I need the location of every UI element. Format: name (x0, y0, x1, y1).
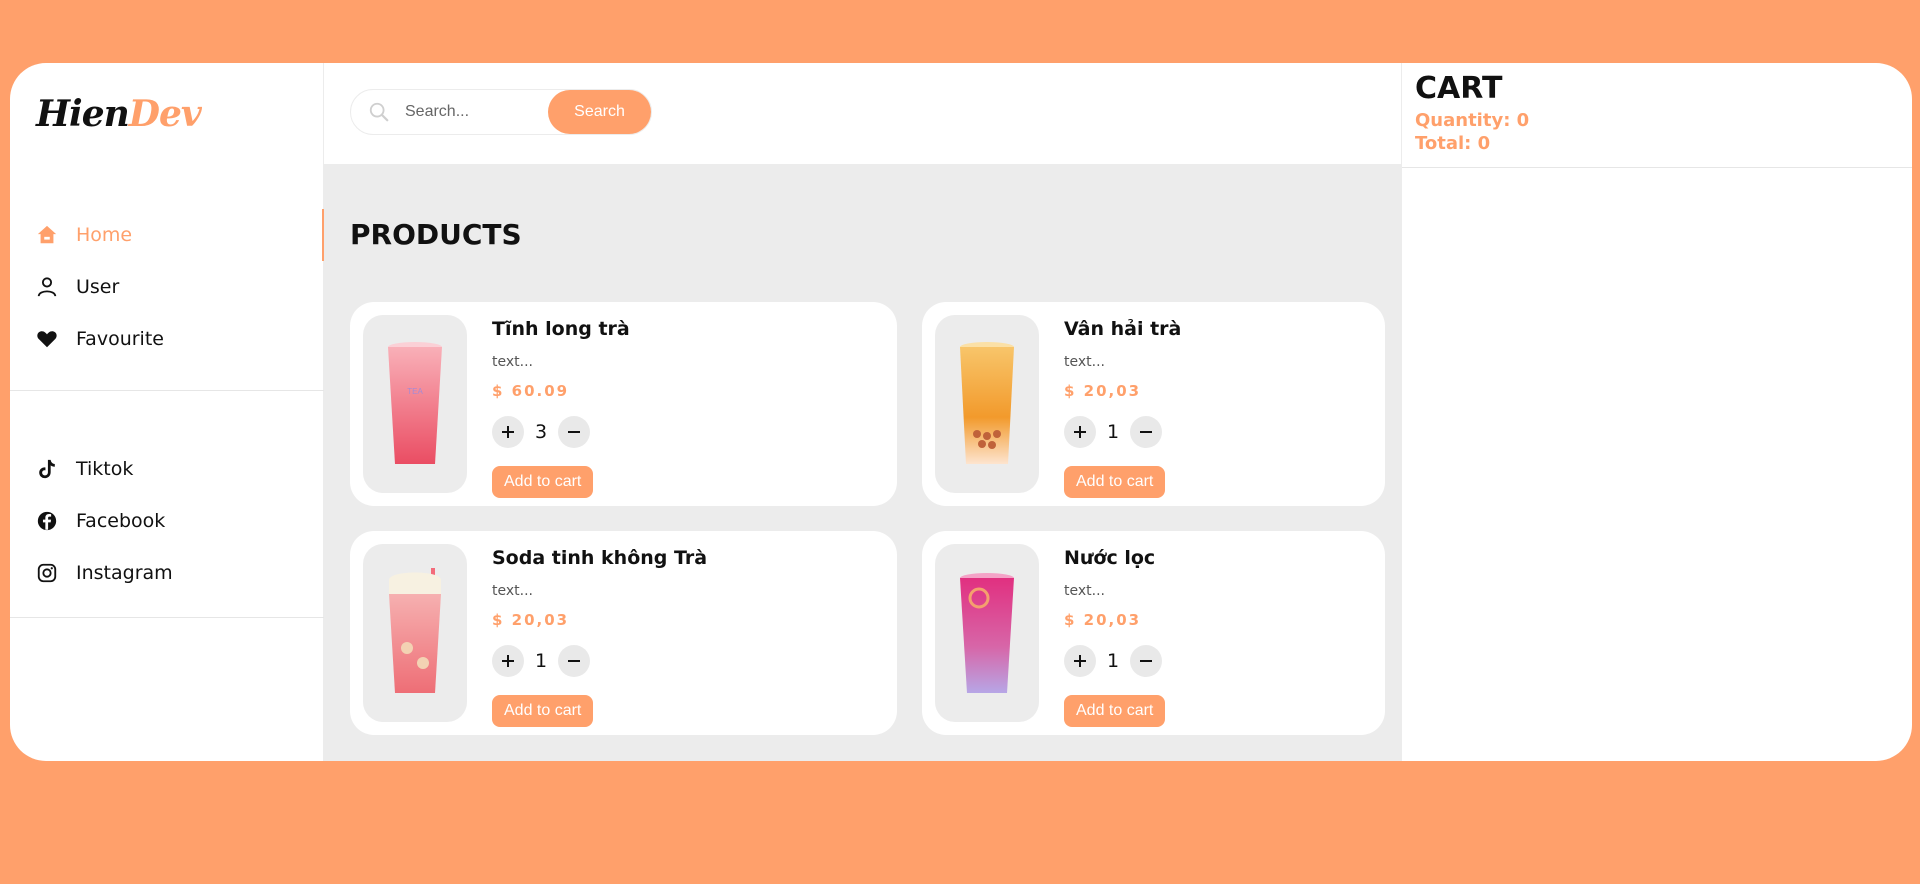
minus-icon (1140, 431, 1152, 433)
increase-button[interactable] (492, 645, 524, 677)
increase-button[interactable] (492, 416, 524, 448)
social-nav: Tiktok Facebook Instagram (10, 443, 324, 599)
product-info: Tĩnh long trà text... $ 60.09 3 Add to c… (492, 318, 897, 506)
plus-icon (502, 655, 514, 667)
search-button[interactable]: Search (548, 90, 651, 134)
minus-icon (568, 660, 580, 662)
add-to-cart-button[interactable]: Add to cart (1064, 695, 1166, 727)
product-card: Nước lọc text... $ 20,03 1 Add to cart (922, 531, 1385, 735)
quantity-value: 3 (534, 421, 548, 443)
product-name: Vân hải trà (1064, 318, 1182, 340)
sidebar-item-user[interactable]: User (10, 261, 324, 313)
sidebar: HienDev Home User Favourite Tiktok Faceb… (10, 63, 324, 761)
brand-logo-part1: Hien (36, 93, 130, 135)
product-description: text... (1064, 583, 1105, 599)
product-name: Soda tinh không Trà (492, 547, 708, 569)
quantity-stepper: 1 (1064, 645, 1385, 677)
brand-logo[interactable]: HienDev (36, 93, 202, 135)
quantity-value: 1 (1106, 650, 1120, 672)
page-title: PRODUCTS (350, 218, 522, 251)
product-price: $ 20,03 (1064, 611, 1142, 629)
sidebar-item-label: Instagram (76, 562, 173, 584)
sidebar-item-label: Tiktok (76, 458, 134, 480)
product-info: Nước lọc text... $ 20,03 1 Add to cart (1064, 547, 1385, 735)
instagram-icon (36, 562, 58, 584)
product-image (935, 315, 1039, 493)
minus-icon (568, 431, 580, 433)
sidebar-item-facebook[interactable]: Facebook (10, 495, 324, 547)
product-name: Nước lọc (1064, 547, 1156, 569)
quantity-stepper: 1 (492, 645, 897, 677)
quantity-value: 1 (1106, 421, 1120, 443)
product-price: $ 60.09 (492, 382, 570, 400)
search-bar: Search (350, 89, 652, 135)
plus-icon (1074, 426, 1086, 438)
plus-icon (1074, 655, 1086, 667)
plus-icon (502, 426, 514, 438)
user-icon (36, 276, 58, 298)
sidebar-divider (10, 390, 324, 391)
product-card: TEA Tĩnh long trà text... $ 60.09 3 Add … (350, 302, 897, 506)
product-info: Soda tinh không Trà text... $ 20,03 1 Ad… (492, 547, 897, 735)
tiktok-icon (36, 458, 58, 480)
sidebar-item-label: Home (76, 224, 133, 246)
sidebar-item-instagram[interactable]: Instagram (10, 547, 324, 599)
product-price: $ 20,03 (1064, 382, 1142, 400)
product-card: Vân hải trà text... $ 20,03 1 Add to car… (922, 302, 1385, 506)
add-to-cart-button[interactable]: Add to cart (1064, 466, 1166, 498)
product-image (363, 544, 467, 722)
decrease-button[interactable] (558, 645, 590, 677)
add-to-cart-button[interactable]: Add to cart (492, 466, 594, 498)
svg-text:TEA: TEA (407, 387, 423, 396)
cart-quantity: Quantity: 0 (1415, 110, 1530, 131)
heart-icon (36, 328, 58, 350)
product-description: text... (1064, 354, 1105, 370)
increase-button[interactable] (1064, 645, 1096, 677)
facebook-icon (36, 510, 58, 532)
sidebar-item-favourite[interactable]: Favourite (10, 313, 324, 365)
quantity-value: 1 (534, 650, 548, 672)
increase-button[interactable] (1064, 416, 1096, 448)
topbar: Search (324, 63, 1401, 164)
sidebar-item-tiktok[interactable]: Tiktok (10, 443, 324, 495)
quantity-stepper: 1 (1064, 416, 1385, 448)
product-image: TEA (363, 315, 467, 493)
cart-header: CART Quantity: 0 Total: 0 (1402, 63, 1912, 168)
add-to-cart-button[interactable]: Add to cart (492, 695, 594, 727)
product-name: Tĩnh long trà (492, 318, 630, 340)
minus-icon (1140, 660, 1152, 662)
product-card: Soda tinh không Trà text... $ 20,03 1 Ad… (350, 531, 897, 735)
sidebar-item-home[interactable]: Home (10, 209, 324, 261)
cart-title: CART (1415, 71, 1503, 106)
brand-logo-part2: Dev (128, 93, 202, 135)
sidebar-item-label: Favourite (76, 328, 164, 350)
product-info: Vân hải trà text... $ 20,03 1 Add to car… (1064, 318, 1385, 506)
app-window: HienDev Home User Favourite Tiktok Faceb… (10, 63, 1912, 761)
sidebar-item-label: User (76, 276, 120, 298)
cart-total: Total: 0 (1415, 133, 1491, 154)
search-icon (367, 100, 391, 124)
decrease-button[interactable] (1130, 416, 1162, 448)
product-image (935, 544, 1039, 722)
decrease-button[interactable] (558, 416, 590, 448)
main-content: Search PRODUCTS TEA Tĩnh long trà text..… (324, 63, 1401, 761)
quantity-stepper: 3 (492, 416, 897, 448)
product-price: $ 20,03 (492, 611, 570, 629)
search-input[interactable] (405, 103, 535, 121)
product-description: text... (492, 583, 533, 599)
sidebar-item-label: Facebook (76, 510, 166, 532)
decrease-button[interactable] (1130, 645, 1162, 677)
home-icon (36, 224, 58, 246)
sidebar-divider (10, 617, 324, 618)
cart-panel: CART Quantity: 0 Total: 0 (1401, 63, 1912, 761)
main-nav: Home User Favourite (10, 209, 324, 365)
product-description: text... (492, 354, 533, 370)
